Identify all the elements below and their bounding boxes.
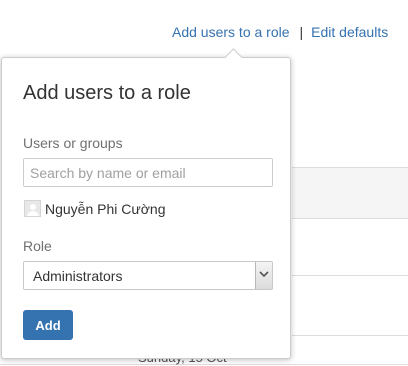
dialog-title: Add users to a role xyxy=(23,82,191,104)
role-select-value: Administrators xyxy=(33,268,123,284)
add-users-to-role-link[interactable]: Add users to a role xyxy=(172,24,290,40)
users-or-groups-label: Users or groups xyxy=(23,135,123,151)
edit-defaults-link[interactable]: Edit defaults xyxy=(311,24,388,40)
link-separator: | xyxy=(299,24,304,40)
selected-user-name: Nguyễn Phi Cường xyxy=(45,200,166,217)
chevron-down-icon[interactable] xyxy=(255,262,272,289)
selected-user[interactable]: Nguyễn Phi Cường xyxy=(24,200,166,217)
table-header-row xyxy=(292,167,408,219)
table-row-divider xyxy=(292,275,408,276)
add-button[interactable]: Add xyxy=(23,310,73,340)
role-label: Role xyxy=(23,238,52,254)
search-input[interactable] xyxy=(23,158,273,187)
dialog-arrow xyxy=(224,48,243,67)
role-select[interactable]: Administrators xyxy=(23,261,273,290)
avatar xyxy=(24,200,41,217)
header-links: Add users to a role | Edit defaults xyxy=(172,24,388,40)
add-users-dialog: Add users to a role Users or groups Nguy… xyxy=(1,48,291,359)
table-row-divider xyxy=(292,335,408,336)
